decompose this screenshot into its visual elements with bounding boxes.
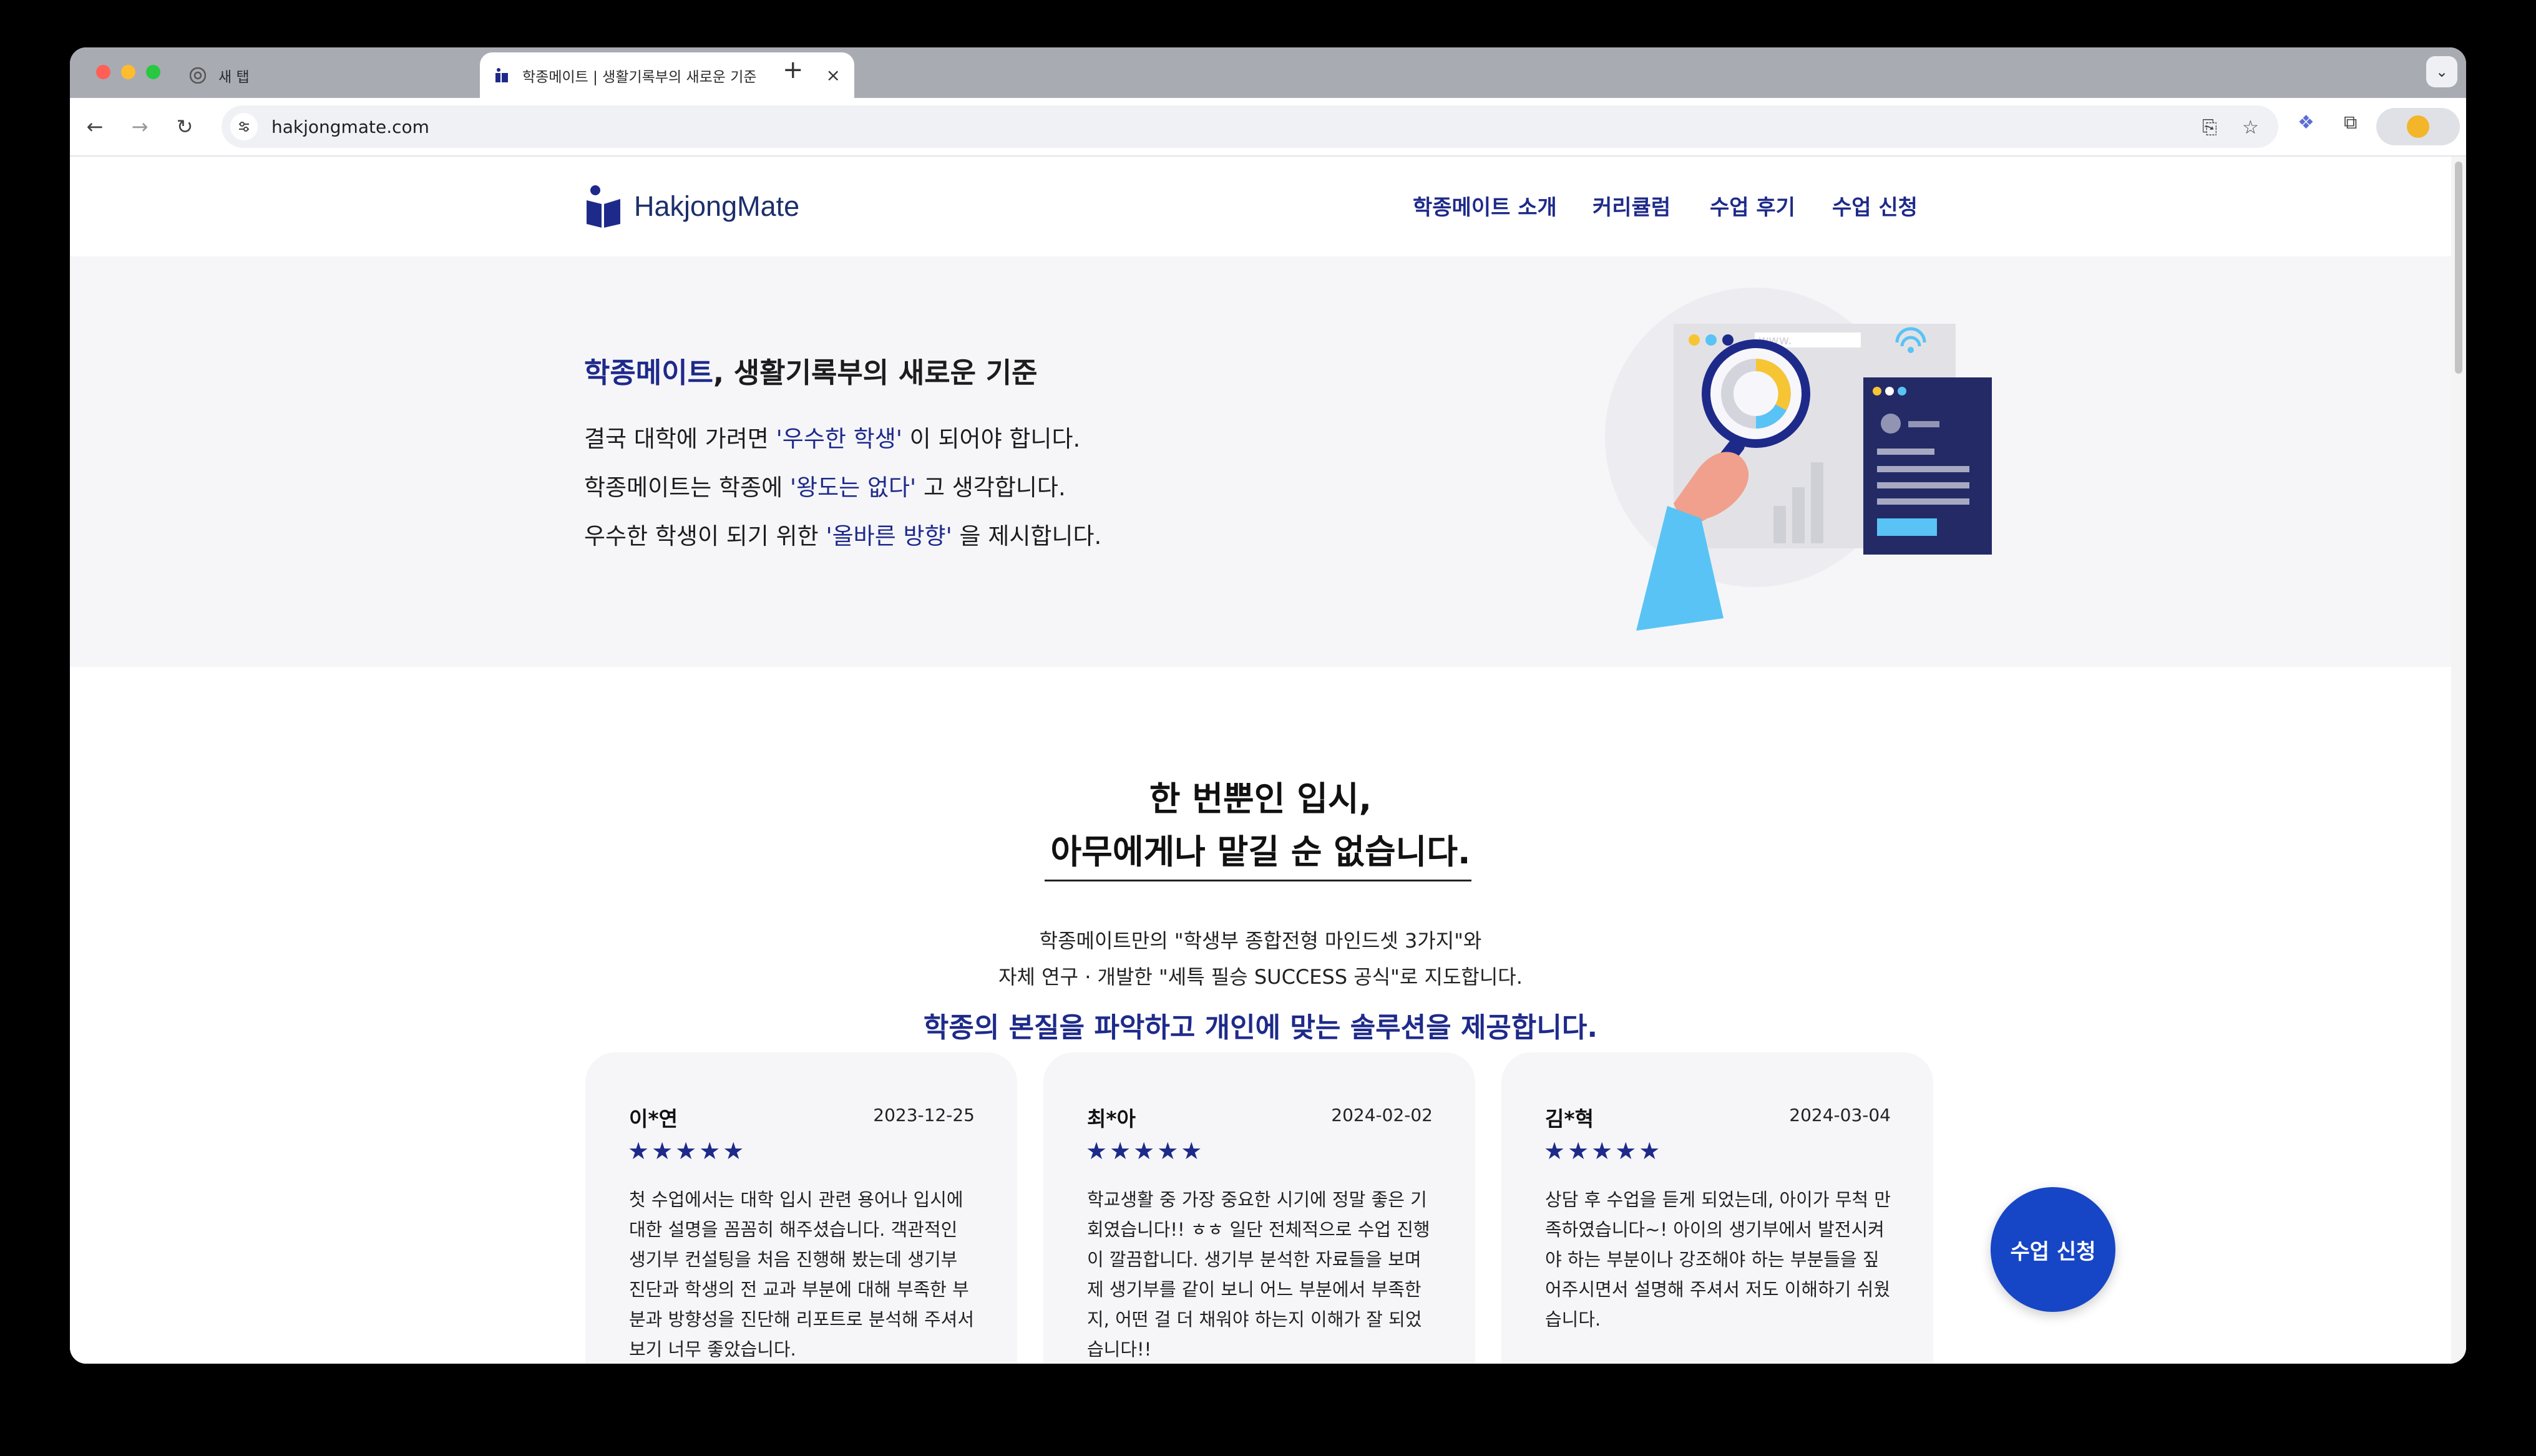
- hero-highlight: '왕도는 없다': [789, 474, 917, 501]
- intro-title-line2: 아무에게나 맡길 순 없습니다.: [1050, 832, 1471, 871]
- profile-button[interactable]: [2376, 108, 2460, 145]
- intro-accent: 학종의 본질을 파악하고 개인에 맞는 솔루션을 제공합니다.: [923, 1012, 1598, 1044]
- address-bar[interactable]: hakjongmate.com ⎘ ☆: [222, 105, 2278, 148]
- browser-window: 새 탭 × 학종메이트 | 생활기록부의 새로운 기준 × + ⌄ ← → ↻: [70, 47, 2466, 1364]
- close-tab-icon[interactable]: ×: [826, 66, 841, 84]
- install-app-icon[interactable]: ⎘: [2202, 117, 2217, 138]
- intro-title-line1: 한 번뿐인 입시,: [1149, 779, 1372, 818]
- apply-floating-button[interactable]: 수업 신청: [1991, 1187, 2115, 1312]
- nav-curriculum[interactable]: 커리큘럼: [1592, 190, 1670, 221]
- hero-line-1: 결국 대학에 가려면 '우수한 학생' 이 되어야 합니다.: [584, 425, 1081, 452]
- title-underline: [1045, 880, 1471, 881]
- site-logo[interactable]: HakjongMate: [584, 184, 799, 229]
- hero-title-accent: 학종메이트: [584, 356, 714, 389]
- web-page: HakjongMate 학종메이트 소개 커리큘럼 수업 후기 수업 신청 학종…: [70, 157, 2451, 1364]
- avatar: [2407, 115, 2429, 138]
- chrome-icon: [190, 67, 206, 84]
- review-name: 최*아: [1087, 1107, 1136, 1131]
- review-card: 김*혁 2024-03-04 ★★★★★ 상담 후 수업을 듣게 되었는데, 아…: [1501, 1052, 1933, 1364]
- hero-section: 학종메이트, 생활기록부의 새로운 기준 결국 대학에 가려면 '우수한 학생'…: [70, 256, 2451, 667]
- arrow-left-icon: ←: [86, 115, 104, 138]
- intro-desc-line2: 자체 연구 · 개발한 "세특 필승 SUCCESS 공식"로 지도합니다.: [998, 965, 1523, 989]
- new-tab-button[interactable]: +: [783, 57, 804, 82]
- hero-line-2: 학종메이트는 학종에 '왕도는 없다' 고 생각합니다.: [584, 474, 1066, 501]
- extensions-puzzle-icon[interactable]: ⧉: [2344, 112, 2357, 133]
- hero-title: 학종메이트, 생활기록부의 새로운 기준: [584, 350, 1038, 391]
- browser-toolbar: ← → ↻ hakjongmate.com ⎘ ☆ ❖ ⧉: [70, 98, 2466, 157]
- star-rating-icon: ★★★★★: [1086, 1137, 1205, 1165]
- review-name: 김*혁: [1545, 1107, 1594, 1131]
- tab-strip: 새 탭 × 학종메이트 | 생활기록부의 새로운 기준 × + ⌄: [70, 47, 2466, 98]
- review-card: 최*아 2024-02-02 ★★★★★ 학교생활 중 가장 중요한 시기에 정…: [1043, 1052, 1475, 1364]
- tab-title: 새 탭: [218, 69, 250, 85]
- hero-title-rest: , 생활기록부의 새로운 기준: [713, 356, 1038, 389]
- hero-line-3: 우수한 학생이 되기 위한 '올바른 방향' 을 제시합니다.: [584, 523, 1102, 550]
- review-date: 2024-03-04: [1789, 1105, 1891, 1125]
- review-name: 이*연: [629, 1107, 678, 1131]
- reload-button[interactable]: ↻: [170, 112, 200, 142]
- site-header: HakjongMate 학종메이트 소개 커리큘럼 수업 후기 수업 신청: [70, 157, 2451, 256]
- review-text: 첫 수업에서는 대학 입시 관련 용어나 입시에 대한 설명을 꼼꼼히 해주셨습…: [629, 1189, 975, 1360]
- nav-apply[interactable]: 수업 신청: [1832, 190, 1918, 221]
- minimize-window-button[interactable]: [121, 65, 135, 79]
- review-date: 2023-12-25: [873, 1105, 975, 1125]
- star-rating-icon: ★★★★★: [1544, 1137, 1663, 1165]
- chevron-down-icon: ⌄: [2435, 63, 2449, 80]
- logo-text: HakjongMate: [634, 190, 800, 222]
- close-window-button[interactable]: [96, 65, 110, 79]
- tab-search-button[interactable]: ⌄: [2426, 56, 2457, 87]
- review-text: 학교생활 중 가장 중요한 시기에 정말 좋은 기회였습니다!! ㅎㅎ 일단 전…: [1087, 1189, 1430, 1360]
- hakjongmate-favicon-icon: [494, 67, 510, 84]
- arrow-right-icon: →: [131, 115, 149, 138]
- scrollbar-thumb[interactable]: [2455, 162, 2462, 374]
- review-text: 상담 후 수업을 듣게 되었는데, 아이가 무척 만족하였습니다~! 아이의 생…: [1545, 1189, 1891, 1330]
- forward-button[interactable]: →: [125, 112, 155, 142]
- hakjongmate-logo-icon: [587, 185, 620, 228]
- hero-highlight: '우수한 학생': [776, 425, 902, 452]
- extension-translate-icon[interactable]: ❖: [2298, 112, 2314, 133]
- star-rating-icon: ★★★★★: [628, 1137, 747, 1165]
- nav-about[interactable]: 학종메이트 소개: [1413, 190, 1557, 221]
- url-text: hakjongmate.com: [271, 117, 429, 137]
- zoom-window-button[interactable]: [146, 65, 160, 79]
- hero-highlight: '올바른 방향': [826, 523, 952, 550]
- nav-reviews[interactable]: 수업 후기: [1710, 190, 1795, 221]
- back-button[interactable]: ←: [80, 112, 110, 142]
- review-card: 이*연 2023-12-25 ★★★★★ 첫 수업에서는 대학 입시 관련 용어…: [585, 1052, 1017, 1364]
- bookmark-star-icon[interactable]: ☆: [2242, 117, 2259, 138]
- review-date: 2024-02-02: [1331, 1105, 1433, 1125]
- reload-icon: ↻: [176, 115, 193, 138]
- tab-title: 학종메이트 | 생활기록부의 새로운 기준: [522, 69, 757, 85]
- site-info-icon[interactable]: [230, 113, 258, 140]
- intro-desc-line1: 학종메이트만의 "학생부 종합전형 마인드셋 3가지"와: [1039, 929, 1482, 953]
- analysis-illustration: www.: [1605, 288, 1992, 631]
